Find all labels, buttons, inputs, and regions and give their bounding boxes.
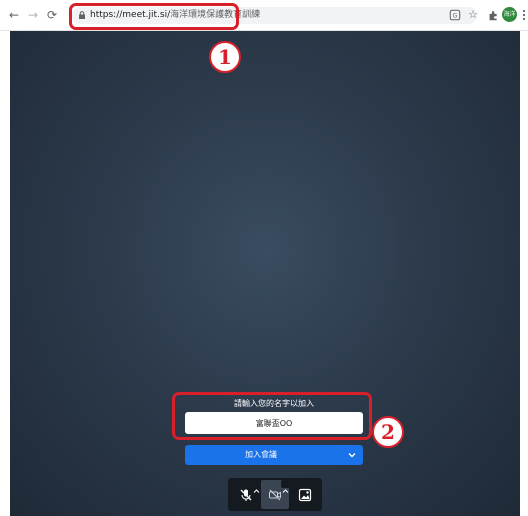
avatar-text: 海洋 bbox=[503, 11, 516, 18]
mic-options-button[interactable] bbox=[252, 480, 261, 493]
translate-icon: G bbox=[449, 9, 461, 21]
extensions-icon bbox=[489, 11, 497, 21]
translate-button[interactable]: G bbox=[448, 8, 462, 22]
reload-icon: ⟳ bbox=[46, 8, 58, 22]
mic-off-icon bbox=[240, 489, 252, 501]
background-button[interactable] bbox=[291, 480, 319, 509]
mute-mic-button[interactable] bbox=[232, 480, 261, 509]
camera-options-button[interactable] bbox=[281, 480, 290, 493]
svg-text:G: G bbox=[453, 13, 458, 20]
annotation-box-url bbox=[69, 3, 239, 30]
back-button[interactable]: ← bbox=[7, 8, 21, 22]
forward-icon: → bbox=[27, 8, 39, 22]
background-icon bbox=[298, 488, 312, 502]
join-meeting-label: 加入會議 bbox=[245, 450, 277, 459]
annotation-badge-2: 2 bbox=[372, 416, 404, 448]
reload-button[interactable]: ⟳ bbox=[45, 8, 59, 22]
meeting-stage bbox=[10, 31, 520, 516]
toggle-camera-button[interactable] bbox=[261, 480, 290, 509]
camera-off-icon bbox=[269, 489, 281, 501]
annotation-box-name bbox=[172, 392, 372, 440]
bookmark-star-button[interactable]: ☆ bbox=[466, 8, 480, 22]
media-toolbar bbox=[228, 478, 322, 511]
profile-avatar[interactable]: 海洋 bbox=[502, 7, 517, 22]
annotation-badge-1: 1 bbox=[209, 41, 241, 73]
extensions-button[interactable] bbox=[486, 8, 500, 22]
chevron-up-icon bbox=[282, 489, 289, 493]
menu-icon[interactable] bbox=[522, 8, 526, 22]
join-meeting-button[interactable]: 加入會議 bbox=[185, 445, 363, 465]
chevron-up-icon bbox=[253, 489, 260, 493]
chevron-down-icon[interactable] bbox=[347, 450, 357, 460]
forward-button[interactable]: → bbox=[26, 8, 40, 22]
star-icon: ☆ bbox=[468, 8, 478, 21]
back-icon: ← bbox=[8, 8, 20, 22]
